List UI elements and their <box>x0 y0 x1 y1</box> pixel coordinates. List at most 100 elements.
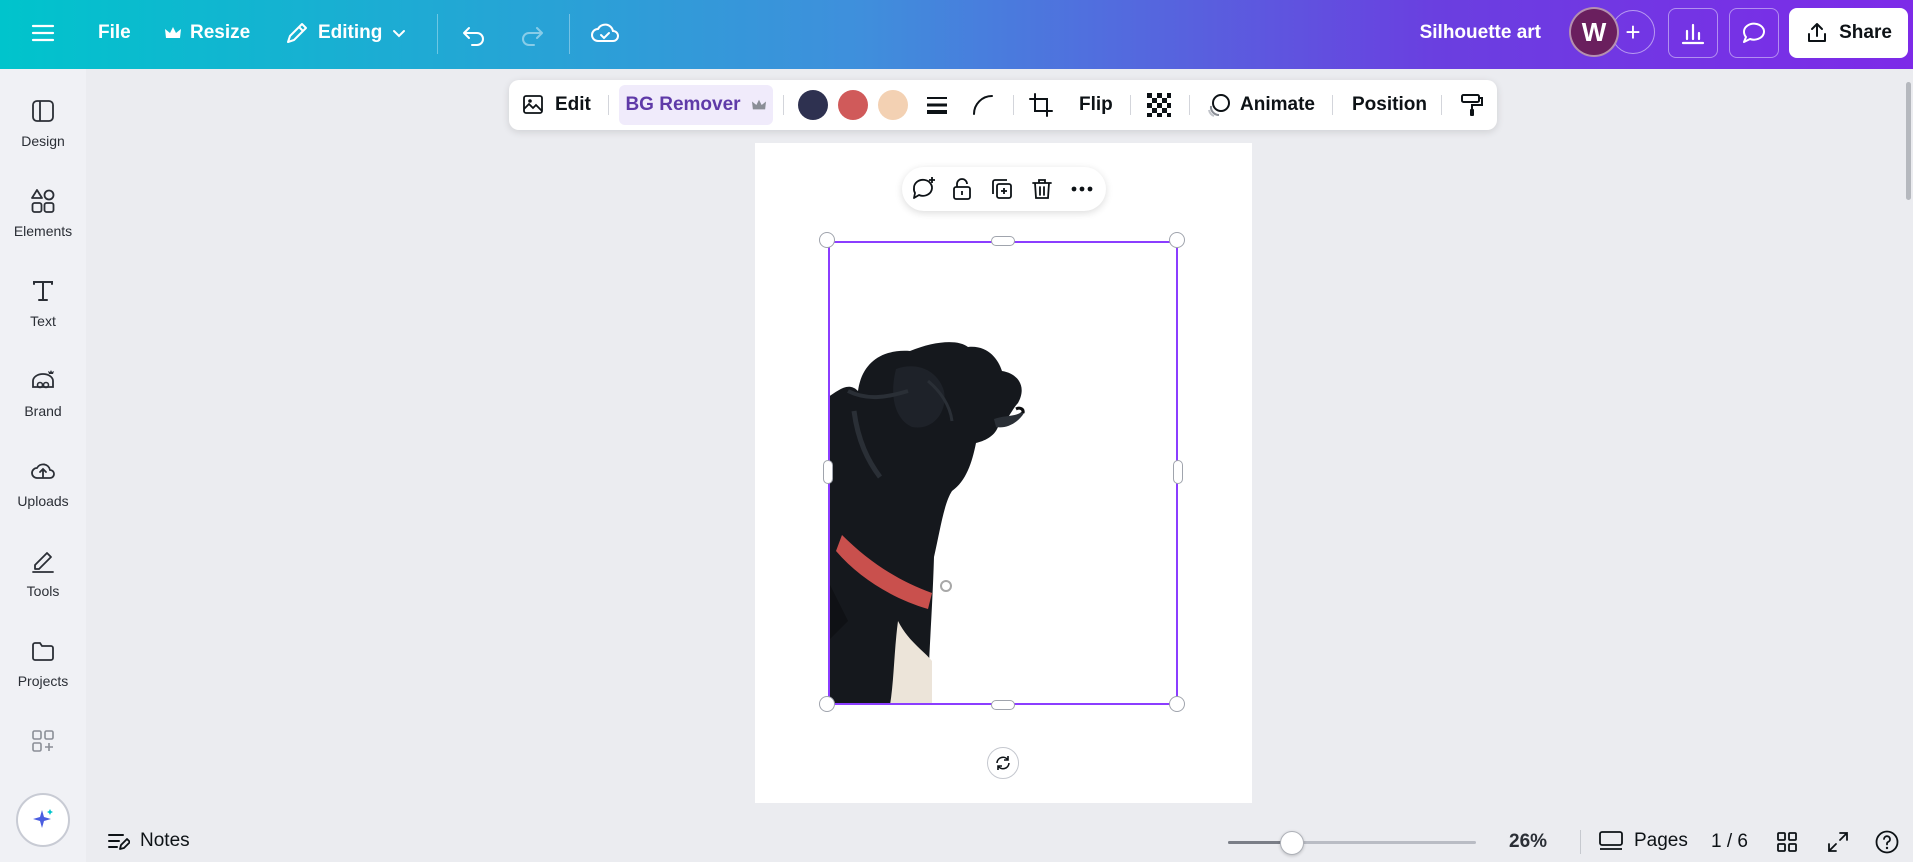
toolbar-divider <box>1441 95 1442 115</box>
bar-chart-icon <box>1681 23 1705 45</box>
sidebar-item-brand[interactable]: Brand <box>0 367 86 419</box>
duplicate-button[interactable] <box>988 175 1016 203</box>
design-title[interactable]: Silhouette art <box>1420 22 1541 44</box>
sidebar-item-elements[interactable]: Elements <box>0 187 86 239</box>
more-options-button[interactable] <box>1068 175 1096 203</box>
sidebar-item-uploads[interactable]: Uploads <box>0 457 86 509</box>
sidebar-item-label: Brand <box>24 403 62 419</box>
resize-handle-bottom-left[interactable] <box>819 696 835 712</box>
fullscreen-button[interactable] <box>1825 829 1851 855</box>
folder-icon <box>32 642 54 661</box>
resize-handle-top-left[interactable] <box>819 232 835 248</box>
toolbar-divider <box>1130 95 1131 115</box>
flip-button[interactable]: Flip <box>1079 80 1113 130</box>
selection-box[interactable] <box>828 241 1178 705</box>
add-comment-button[interactable] <box>910 175 938 203</box>
corner-rounding-button[interactable] <box>971 80 995 130</box>
file-label: File <box>98 22 131 43</box>
toolbar-divider <box>608 95 609 115</box>
avatar[interactable]: W <box>1569 7 1619 57</box>
comment-icon <box>1742 22 1765 43</box>
share-upload-icon <box>1808 23 1827 42</box>
notes-icon <box>108 834 130 850</box>
sidebar-item-projects[interactable]: Projects <box>0 637 86 689</box>
sidebar-item-apps[interactable] <box>0 727 86 763</box>
undo-button[interactable] <box>460 20 488 48</box>
page-counter: 1 / 6 <box>1711 831 1748 852</box>
plus-icon: + <box>1625 16 1641 47</box>
trash-icon <box>1032 179 1052 199</box>
delete-button[interactable] <box>1028 175 1056 203</box>
help-button[interactable] <box>1874 829 1900 855</box>
grid-view-button[interactable] <box>1774 829 1800 855</box>
notes-label: Notes <box>140 830 190 851</box>
resize-handle-top-right[interactable] <box>1169 232 1185 248</box>
sidebar-item-text[interactable]: Text <box>0 277 86 329</box>
toolbar-divider <box>1332 95 1333 115</box>
share-button[interactable]: Share <box>1789 8 1908 58</box>
checkerboard-icon <box>1147 93 1171 117</box>
undo-icon <box>463 27 484 46</box>
sidebar-item-label: Uploads <box>17 493 69 509</box>
redo-button[interactable] <box>518 20 546 48</box>
paint-roller-icon <box>1461 94 1483 116</box>
notes-button[interactable]: Notes <box>106 829 190 853</box>
copy-style-button[interactable] <box>1459 80 1485 130</box>
zoom-slider-track[interactable] <box>1228 841 1476 844</box>
sidebar-item-label: Elements <box>13 223 73 239</box>
edit-image-button[interactable]: Edit <box>521 80 591 130</box>
pages-icon <box>1599 831 1623 850</box>
sidebar-item-design[interactable]: Design <box>0 97 86 149</box>
crop-button[interactable] <box>1028 80 1054 130</box>
bottombar-divider <box>1580 830 1581 854</box>
border-style-button[interactable] <box>925 80 949 130</box>
chevron-down-icon <box>393 30 406 38</box>
sidebar-item-tools[interactable]: Tools <box>0 547 86 599</box>
image-edit-icon <box>523 95 543 114</box>
crop-icon <box>1029 93 1053 117</box>
color-swatch-navy[interactable] <box>798 90 828 120</box>
duplicate-icon <box>992 179 1012 199</box>
file-menu[interactable]: File <box>98 22 131 44</box>
help-icon <box>1875 830 1899 854</box>
vertical-scrollbar[interactable] <box>1906 82 1911 200</box>
insights-button[interactable] <box>1668 8 1718 58</box>
color-swatch-red[interactable] <box>838 90 868 120</box>
layout-icon <box>32 100 54 122</box>
bg-remover-button[interactable]: BG Remover <box>619 85 773 125</box>
expand-icon <box>1828 832 1848 852</box>
sidebar-item-label: Text <box>30 313 56 329</box>
color-swatch-peach[interactable] <box>878 90 908 120</box>
editing-mode-dropdown[interactable]: Editing <box>284 20 408 46</box>
cloud-check-icon <box>591 23 619 42</box>
zoom-slider-knob[interactable] <box>1280 831 1305 855</box>
pages-button[interactable]: Pages <box>1598 829 1688 853</box>
animate-label: Animate <box>1240 94 1315 115</box>
magic-assistant-button[interactable] <box>16 793 70 847</box>
resize-handle-top[interactable] <box>991 236 1015 246</box>
sparkle-icon <box>33 809 53 828</box>
zoom-level[interactable]: 26% <box>1509 831 1547 853</box>
border-weight-icon <box>927 97 947 114</box>
resize-handle-bottom[interactable] <box>991 700 1015 710</box>
resize-handle-right[interactable] <box>1173 460 1183 484</box>
apps-icon <box>32 730 54 752</box>
comments-button[interactable] <box>1729 8 1779 58</box>
resize-handle-bottom-right[interactable] <box>1169 696 1185 712</box>
flip-label: Flip <box>1079 94 1113 115</box>
save-status-button[interactable] <box>590 19 620 47</box>
resize-label: Resize <box>190 22 251 43</box>
share-label: Share <box>1839 22 1892 43</box>
toolbar-divider <box>437 14 438 54</box>
rotate-handle[interactable] <box>987 747 1019 779</box>
animate-button[interactable]: Animate <box>1206 80 1315 130</box>
menu-button[interactable] <box>30 20 56 46</box>
transparency-button[interactable] <box>1146 80 1172 130</box>
position-button[interactable]: Position <box>1352 80 1427 130</box>
corner-radius-icon <box>973 95 993 115</box>
toolbar-divider <box>569 14 570 54</box>
resize-handle-left[interactable] <box>823 460 833 484</box>
resize-button[interactable]: Resize <box>164 22 250 44</box>
crown-icon <box>165 27 181 38</box>
lock-button[interactable] <box>948 175 976 203</box>
